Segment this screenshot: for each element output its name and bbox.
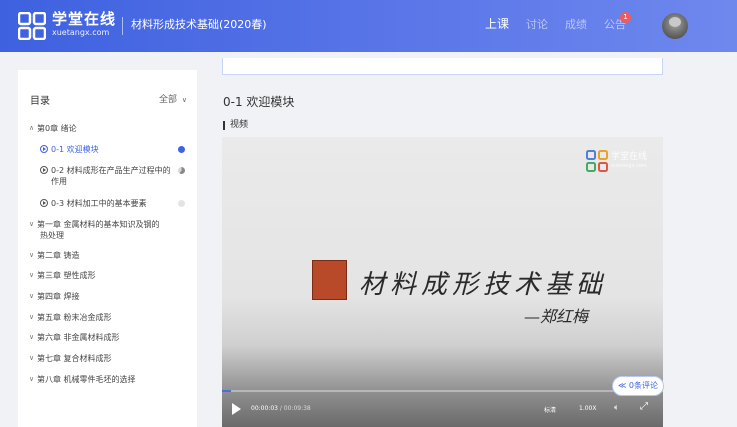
chapter-4[interactable]: ∨ 第四章 焊接 xyxy=(29,291,189,302)
chapter-0-label: 第0章 绪论 xyxy=(37,124,77,133)
video-progress-fill xyxy=(222,390,231,392)
watermark-logo-icon xyxy=(586,150,608,172)
chevron-down-icon: ∨ xyxy=(29,354,35,362)
lesson-0-1[interactable]: 0-1 欢迎模块 xyxy=(40,144,190,155)
chapter-1[interactable]: ∨ 第一章 金属材料的基本知识及钢的 热处理 xyxy=(29,219,189,241)
chapter-3[interactable]: ∨ 第三章 塑性成形 xyxy=(29,270,189,281)
play-icon[interactable] xyxy=(232,403,241,415)
course-outline-sidebar: 目录 全部 ∨ ∧ 第0章 绪论 0-1 欢迎模块 0-2 材料成形在产品生产过程… xyxy=(18,70,197,427)
chapter-label: 第四章 焊接 xyxy=(37,292,80,301)
chapter-label: 第六章 非金属材料成形 xyxy=(37,333,120,342)
play-circle-icon xyxy=(40,145,48,153)
chevron-down-icon: ∨ xyxy=(29,271,35,279)
chapter-label: 第二章 铸造 xyxy=(37,251,80,260)
lesson-label: 0-1 欢迎模块 xyxy=(51,145,99,154)
header-divider xyxy=(122,17,123,35)
outline-filter-dropdown[interactable]: 全部 ∨ xyxy=(159,92,187,105)
chapter-2[interactable]: ∨ 第二章 铸造 xyxy=(29,250,189,261)
comments-button[interactable]: ≪ 0条评论 xyxy=(612,376,664,396)
duration: 00:09:38 xyxy=(283,405,311,412)
watermark-text: 学堂在线 xyxy=(611,152,648,162)
progress-empty-icon xyxy=(178,200,185,207)
video-time: 00:00:03 / 00:09:38 xyxy=(251,405,311,412)
video-frame-title: 材料成形技术基础 xyxy=(359,270,608,300)
outline-title: 目录 xyxy=(30,96,50,107)
logo-text[interactable]: 学堂在线 xuetangx.com xyxy=(52,11,116,38)
nav-discussion[interactable]: 讨论 xyxy=(526,17,548,33)
outline-filter-label: 全部 xyxy=(159,95,178,105)
top-header: 学堂在线 xuetangx.com 材料形成技术基础(2020春) 上课 讨论 … xyxy=(0,0,737,52)
chapter-label: 第一章 金属材料的基本知识及钢的 xyxy=(37,220,160,229)
title-card-red-square xyxy=(312,260,347,300)
lesson-0-3[interactable]: 0-3 材料加工中的基本要素 xyxy=(40,198,190,209)
play-circle-icon xyxy=(40,166,48,174)
chapter-7[interactable]: ∨ 第七章 复合材料成形 xyxy=(29,353,189,364)
chevron-down-icon: ∨ xyxy=(29,333,35,341)
video-frame-author: —郑红梅 xyxy=(524,307,589,326)
chevron-down-icon: ∨ xyxy=(29,292,35,300)
module-title: 0-1 欢迎模块 xyxy=(223,95,295,109)
chevron-down-icon: ∨ xyxy=(29,313,35,321)
previous-panel-edge xyxy=(222,58,663,75)
user-avatar[interactable] xyxy=(662,13,688,39)
announcements-badge: 1 xyxy=(620,12,631,23)
progress-partial-icon xyxy=(178,167,185,174)
section-label: 视频 xyxy=(223,121,248,130)
chevron-down-icon: ∨ xyxy=(29,375,35,383)
volume-icon[interactable]: 🔈︎ xyxy=(614,403,619,413)
play-circle-icon xyxy=(40,199,48,207)
progress-full-icon xyxy=(178,146,185,153)
lesson-label: 0-3 材料加工中的基本要素 xyxy=(51,199,147,208)
speed-button[interactable]: 1.00X xyxy=(579,405,596,412)
course-title: 材料形成技术基础(2020春) xyxy=(131,18,267,31)
logo-cn: 学堂在线 xyxy=(52,10,117,28)
logo-en: xuetangx.com xyxy=(52,28,110,37)
watermark-sub: xuetangx.com xyxy=(611,163,647,169)
xuetangx-logo-icon[interactable] xyxy=(18,12,46,40)
chevron-up-icon: ∧ xyxy=(29,124,35,132)
quality-button[interactable]: 标清 xyxy=(544,405,556,414)
lesson-label: 0-2 材料成形在产品生产过程中的 xyxy=(51,166,171,175)
fullscreen-icon[interactable]: ⤢ xyxy=(640,401,648,412)
chevron-down-icon: ∨ xyxy=(29,251,35,259)
lesson-label-cont: 作用 xyxy=(51,177,67,186)
chevron-down-icon: ∨ xyxy=(181,96,188,104)
chapter-label: 第三章 塑性成形 xyxy=(37,271,96,280)
video-player[interactable]: 学堂在线 xuetangx.com 材料成形技术基础 —郑红梅 00:00:03… xyxy=(222,137,663,427)
chapter-5[interactable]: ∨ 第五章 粉末冶金成形 xyxy=(29,312,189,323)
chapter-label: 第八章 机械零件毛坯的选择 xyxy=(37,375,136,384)
chapter-8[interactable]: ∨ 第八章 机械零件毛坯的选择 xyxy=(29,374,189,385)
chapter-label: 第五章 粉末冶金成形 xyxy=(37,313,112,322)
chevron-down-icon: ∨ xyxy=(29,220,35,228)
main-content: 0-1 欢迎模块 视频 学堂在线 xuetangx.com 材料成形技术基础 —… xyxy=(208,58,737,427)
chapter-0[interactable]: ∧ 第0章 绪论 xyxy=(29,123,189,134)
nav-grades[interactable]: 成绩 xyxy=(565,17,587,33)
lesson-0-2[interactable]: 0-2 材料成形在产品生产过程中的 作用 xyxy=(40,165,190,187)
chapter-6[interactable]: ∨ 第六章 非金属材料成形 xyxy=(29,332,189,343)
video-progress-bar[interactable] xyxy=(222,390,663,392)
current-time: 00:00:03 xyxy=(251,405,278,412)
chapter-label: 第七章 复合材料成形 xyxy=(37,354,112,363)
chapter-label-cont: 热处理 xyxy=(40,231,64,240)
nav-lessons[interactable]: 上课 xyxy=(485,16,509,32)
